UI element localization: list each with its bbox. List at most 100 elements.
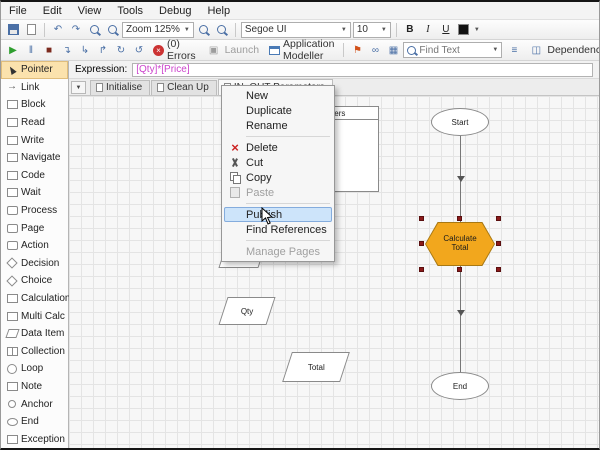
- end-stage[interactable]: End: [431, 372, 489, 400]
- undo-icon[interactable]: ↶: [50, 22, 66, 38]
- menu-item-new[interactable]: New: [224, 88, 332, 103]
- sidebar-item-wait[interactable]: Wait: [1, 184, 68, 202]
- zoom-out-icon[interactable]: [86, 22, 102, 38]
- grid-icon[interactable]: ▦: [385, 42, 401, 58]
- sidebar-item-navigate[interactable]: Navigate: [1, 149, 68, 167]
- italic-button[interactable]: I: [420, 22, 436, 38]
- stage-label: Calculation: [21, 293, 71, 305]
- menu-item-find-references[interactable]: Find References: [224, 222, 332, 237]
- total-data-item[interactable]: Total: [282, 352, 350, 382]
- reset-icon[interactable]: ↺: [131, 42, 147, 58]
- selection-handle[interactable]: [457, 216, 462, 221]
- menu-separator[interactable]: [246, 240, 330, 241]
- tab-clean-up[interactable]: Clean Up: [151, 80, 217, 95]
- chevron-down-icon: ▼: [380, 26, 387, 33]
- menu-item-duplicate[interactable]: Duplicate: [224, 103, 332, 118]
- menu-debug[interactable]: Debug: [151, 3, 199, 19]
- sidebar-item-action[interactable]: Action: [1, 237, 68, 255]
- pause-icon[interactable]: ‖: [23, 42, 39, 58]
- compare-icon[interactable]: ≡: [506, 42, 522, 58]
- errors-button[interactable]: × (0) Errors: [149, 37, 200, 63]
- sidebar-item-multi-calc[interactable]: Multi Calc: [1, 307, 68, 325]
- sidebar-item-process[interactable]: Process: [1, 202, 68, 220]
- menu-item-delete[interactable]: Delete: [224, 140, 332, 155]
- font-family-select[interactable]: Segoe UI ▼: [240, 21, 351, 38]
- magnifier-icon: [89, 25, 99, 34]
- link-calc-to-end[interactable]: [460, 266, 461, 372]
- menu-item-rename[interactable]: Rename: [224, 118, 332, 133]
- sidebar-item-calculation[interactable]: Calculation: [1, 290, 71, 308]
- underline-button[interactable]: U: [438, 22, 454, 38]
- sidebar-item-decision[interactable]: Decision: [1, 255, 68, 273]
- end-stage-label: End: [452, 381, 468, 391]
- sidebar-item-read[interactable]: Read: [1, 114, 68, 132]
- zoom-select[interactable]: Zoom 125% ▼: [122, 21, 194, 38]
- menu-item-paste[interactable]: Paste: [224, 185, 332, 200]
- selection-handle[interactable]: [496, 216, 501, 221]
- step-out-icon[interactable]: ↱: [95, 42, 111, 58]
- step-over-icon[interactable]: ↳: [77, 42, 93, 58]
- save-icon[interactable]: [5, 22, 21, 38]
- export-icon[interactable]: [23, 22, 39, 38]
- selection-handle[interactable]: [419, 241, 424, 246]
- qty-data-item[interactable]: Qty: [218, 297, 276, 325]
- application-modeller-button[interactable]: Application Modeller: [265, 37, 338, 63]
- sidebar-item-block[interactable]: Block: [1, 96, 68, 114]
- menu-edit[interactable]: Edit: [35, 3, 70, 19]
- sidebar-item-collection[interactable]: Collection: [1, 343, 68, 361]
- zoom-in-icon[interactable]: [104, 22, 120, 38]
- sidebar-item-exception[interactable]: Exception: [1, 430, 68, 448]
- sidebar-item-code[interactable]: Code: [1, 167, 68, 185]
- menu-item-label: Rename: [246, 119, 288, 132]
- menu-item-manage-pages[interactable]: Manage Pages: [224, 244, 332, 259]
- sidebar-item-data-item[interactable]: Data Item: [1, 325, 68, 343]
- breakpoint-flag-icon[interactable]: ⚑: [349, 42, 365, 58]
- sidebar-item-link[interactable]: Link: [1, 79, 68, 97]
- sidebar-item-loop[interactable]: Loop: [1, 360, 68, 378]
- find-text-input[interactable]: [419, 44, 490, 56]
- sidebar-item-choice[interactable]: Choice: [1, 272, 68, 290]
- redo-icon[interactable]: ↷: [68, 22, 84, 38]
- sidebar-item-write[interactable]: Write: [1, 131, 68, 149]
- menu-view[interactable]: View: [70, 3, 110, 19]
- selection-handle[interactable]: [496, 241, 501, 246]
- menu-separator[interactable]: [246, 136, 330, 137]
- expression-input[interactable]: [132, 62, 593, 77]
- sidebar-item-page[interactable]: Page: [1, 219, 68, 237]
- play-icon[interactable]: ▶: [5, 42, 21, 58]
- menu-help[interactable]: Help: [199, 3, 238, 19]
- sidebar-item-end[interactable]: End: [1, 413, 68, 431]
- tab-list-dropdown[interactable]: ▼: [71, 81, 86, 94]
- tab-initialise[interactable]: Initialise: [90, 80, 151, 95]
- sidebar-item-pointer[interactable]: Pointer: [1, 61, 68, 79]
- font-size-select[interactable]: 10 ▼: [352, 21, 391, 38]
- menu-file[interactable]: File: [1, 3, 35, 19]
- menu-separator[interactable]: [246, 203, 330, 204]
- zoom-selection-icon[interactable]: [214, 22, 230, 38]
- step-in-icon[interactable]: ↴: [59, 42, 75, 58]
- selection-handle[interactable]: [419, 216, 424, 221]
- restart-icon[interactable]: ↻: [113, 42, 129, 58]
- menu-item-cut[interactable]: Cut: [224, 155, 332, 170]
- bold-button[interactable]: B: [402, 22, 418, 38]
- dependencies-button[interactable]: ◫ Dependencies: [524, 41, 599, 59]
- chevron-down-icon[interactable]: ▼: [474, 27, 480, 33]
- selection-handle[interactable]: [419, 267, 424, 272]
- selection-handle[interactable]: [496, 267, 501, 272]
- search-icon[interactable]: [407, 45, 417, 55]
- watch-icon[interactable]: ∞: [367, 42, 383, 58]
- sidebar-item-anchor[interactable]: Anchor: [1, 395, 68, 413]
- selection-handle[interactable]: [457, 267, 462, 272]
- start-stage[interactable]: Start: [431, 108, 489, 136]
- menu-tools[interactable]: Tools: [109, 3, 151, 19]
- sidebar-item-note[interactable]: Note: [1, 378, 68, 396]
- zoom-fit-icon[interactable]: [196, 22, 212, 38]
- menu-item-publish[interactable]: Publish: [224, 207, 332, 222]
- stop-icon[interactable]: ■: [41, 42, 57, 58]
- page-icon: [157, 83, 165, 92]
- font-color-button[interactable]: [456, 22, 472, 38]
- calculation-stage-selected[interactable]: Calculate Total: [419, 216, 501, 272]
- chevron-down-icon[interactable]: ▼: [492, 47, 498, 53]
- launch-button[interactable]: ▣ Launch: [202, 41, 263, 59]
- menu-item-copy[interactable]: Copy: [224, 170, 332, 185]
